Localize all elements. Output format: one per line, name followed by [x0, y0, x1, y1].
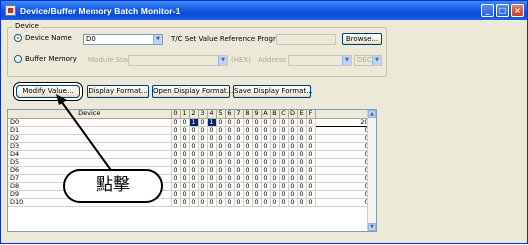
annotation-arrow — [56, 94, 114, 174]
click-callout: 點擊 — [63, 169, 163, 203]
monitor-window: Device/Buffer Memory Batch Monitor-1 _ □… — [0, 0, 528, 244]
